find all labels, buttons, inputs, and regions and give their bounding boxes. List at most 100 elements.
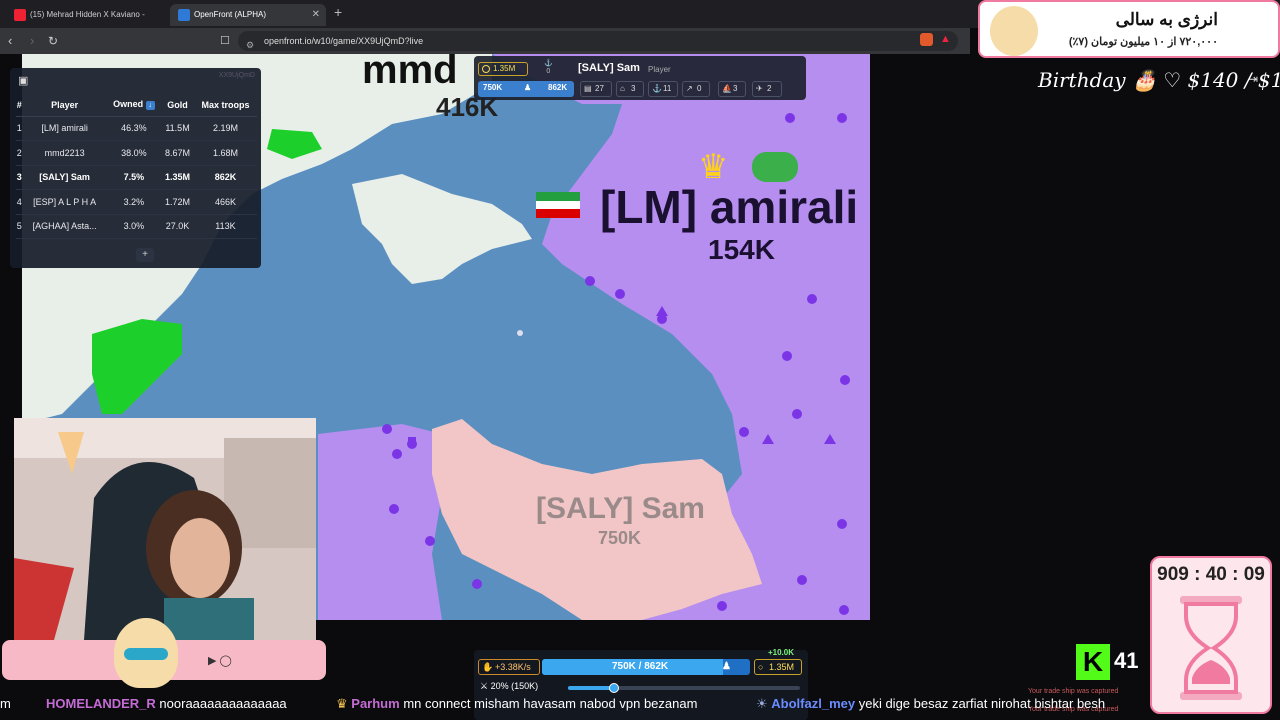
col-max-troops[interactable]: Max troops	[193, 94, 257, 117]
rank-cell: 4	[16, 189, 23, 215]
attack-ratio-slider[interactable]	[568, 683, 800, 693]
stat-value: 0	[697, 84, 702, 93]
chat-message: ☀ Abolfazl_mey yeki dige besaz zarfiat n…	[756, 692, 1105, 716]
gold-cell: 8.67M	[161, 140, 194, 166]
new-tab-icon[interactable]: +	[334, 4, 342, 20]
fist-icon: ✋	[482, 662, 494, 672]
max-troops-cell: 113K	[193, 214, 257, 239]
player-info-panel: 1.35M ⚓ 0 [SALY] Sam Player 750K ♟ 862K …	[474, 56, 806, 100]
close-icon[interactable]: ✕	[312, 4, 320, 26]
bar-chart-icon[interactable]: ▣	[18, 74, 28, 87]
col-gold[interactable]: Gold	[161, 94, 194, 117]
attack-ratio-text: 20% (150K)	[490, 681, 539, 691]
chat-user: HOMELANDER_R	[46, 696, 156, 711]
site-info-icon[interactable]: ⚙	[246, 35, 254, 55]
player-cell: [AGHAA] Asta...	[22, 214, 107, 239]
troop-rate: +3.38K/s	[495, 662, 531, 672]
stat-warships: ⛵ 3	[718, 81, 746, 97]
youtube-icon: ▶ ◯	[208, 655, 232, 667]
max-troops-value: 862K	[548, 83, 568, 92]
sword-icon: ⚔	[480, 681, 489, 691]
chat-text: yeki dige besaz zarfiat nirohat bishtar …	[858, 696, 1106, 711]
back-icon[interactable]: ‹	[8, 33, 12, 49]
missile-icon: ↗	[686, 84, 693, 93]
chat-text: mn connect misham havasam nabod vpn beza…	[403, 696, 698, 711]
gold-cell: 27.0K	[161, 214, 194, 239]
troops-value: 750K	[483, 83, 503, 92]
player-name: [SALY] Sam	[578, 62, 640, 74]
url-bar[interactable]: ⚙ openfront.io/w10/game/XX9UjQmD?live	[238, 31, 958, 51]
gold-badge: 1.35M	[478, 62, 528, 76]
plane-icon: ✈	[756, 84, 763, 93]
max-troops-cell: 2.19M	[193, 116, 257, 141]
map-label-amirali-name: [LM] amirali	[600, 181, 859, 233]
soldier-icon: ♟	[722, 661, 731, 672]
anchor-icon: ⚓	[652, 84, 662, 93]
youtube-icon	[14, 9, 26, 21]
coin-icon	[482, 65, 490, 73]
troops-text: 750K / 862K	[612, 661, 669, 672]
boat-count: 0	[546, 68, 551, 75]
col-owned[interactable]: Owned ↓	[106, 94, 162, 117]
tab-youtube[interactable]: (15) Mehrad Hidden X Kaviano -	[6, 4, 158, 26]
leaderboard-panel: ▣ XX9UjQmD # Player Owned ↓ Gold Max tro…	[10, 68, 261, 268]
troops-badge: 750K ♟ 862K	[478, 81, 574, 97]
max-troops-cell: 1.68M	[193, 140, 257, 166]
gold-value: 1.35M	[769, 662, 795, 672]
gold-cell: 1.35M	[161, 165, 194, 190]
kick-logo-icon: K	[1076, 644, 1110, 680]
handshake-icon	[752, 152, 798, 182]
table-row[interactable]: 2 mmd2213 38.0% 8.67M 1.68M	[16, 140, 257, 166]
owned-cell: 46.3%	[106, 116, 162, 141]
chat-badge-icon: ♛	[336, 696, 348, 711]
rank-cell: 5	[16, 214, 23, 239]
rank-cell: 1	[16, 116, 23, 141]
table-row[interactable]: 4 [ESP] A L P H A 3.2% 1.72M 466K	[16, 189, 257, 215]
rank-cell: 2	[16, 140, 23, 166]
col-player: Player	[22, 94, 107, 117]
browser-nav-bar: ‹ › ↻ ☐ ⚙ openfront.io/w10/game/XX9UjQmD…	[0, 28, 970, 54]
forward-icon[interactable]: ›	[30, 33, 34, 49]
player-role: Player	[648, 65, 671, 74]
donation-title: انرژی به سالی	[1115, 10, 1218, 29]
mascot-avatar-icon	[990, 6, 1038, 56]
leaderboard-expand-button[interactable]: +	[136, 248, 154, 262]
stat-value: 27	[595, 84, 604, 93]
gold-bonus: +10.0K	[767, 648, 794, 657]
table-row-self[interactable]: 3 [SALY] Sam 7.5% 1.35M 862K	[16, 165, 257, 190]
slider-fill	[568, 686, 615, 690]
chat-badge-icon: ☀	[756, 696, 768, 711]
player-cell: [LM] amirali	[22, 116, 107, 141]
player-cell: [ESP] A L P H A	[22, 189, 107, 215]
chat-text: nooraaaaaaaaaaaaaa	[159, 696, 287, 711]
port-icon: ⌂	[620, 84, 625, 93]
stat-value: 2	[767, 84, 772, 93]
stat-cities: ▤ 27	[580, 81, 612, 97]
map-label-self-troops: 750K	[598, 528, 642, 548]
subathon-timer: 909 : 40 : 09	[1150, 556, 1272, 714]
tab-label: OpenFront (ALPHA)	[194, 10, 267, 19]
gold-cell: 11.5M	[161, 116, 194, 141]
gold-cell: 1.72M	[161, 189, 194, 215]
brave-shield-icon[interactable]	[920, 33, 933, 46]
stat-value: 11	[663, 84, 672, 93]
attack-ratio-label: ⚔ 20% (150K)	[480, 681, 538, 692]
reload-icon[interactable]: ↻	[48, 33, 58, 49]
troop-rate-badge: ✋ +3.38K/s	[478, 659, 540, 675]
bookmark-icon[interactable]: ☐	[220, 33, 230, 49]
openfront-icon	[178, 9, 190, 21]
map-label-amirali-troops: 154K	[708, 234, 775, 265]
tab-openfront[interactable]: OpenFront (ALPHA) ✕	[170, 4, 326, 26]
table-row[interactable]: 5 [AGHAA] Asta... 3.0% 27.0K 113K	[16, 214, 257, 239]
birthday-goal: Birthday 🎂 ♡ $140 / $1	[1038, 68, 1280, 92]
table-row[interactable]: 1 [LM] amirali 46.3% 11.5M 2.19M	[16, 116, 257, 141]
boat-icon: ⚓	[544, 60, 553, 67]
owned-cell: 7.5%	[106, 165, 162, 190]
sort-icon[interactable]: ↓	[145, 101, 155, 111]
iran-flag-icon	[536, 192, 580, 218]
donation-progress: ۷۲۰,۰۰۰ از ۱۰ میلیون تومان (۷٪)	[1068, 36, 1218, 48]
brave-rewards-icon[interactable]: ▲	[940, 33, 953, 46]
timer-text: 909 : 40 : 09	[1157, 564, 1265, 585]
col-rank: #	[16, 94, 23, 117]
rank-cell: 3	[16, 165, 23, 190]
